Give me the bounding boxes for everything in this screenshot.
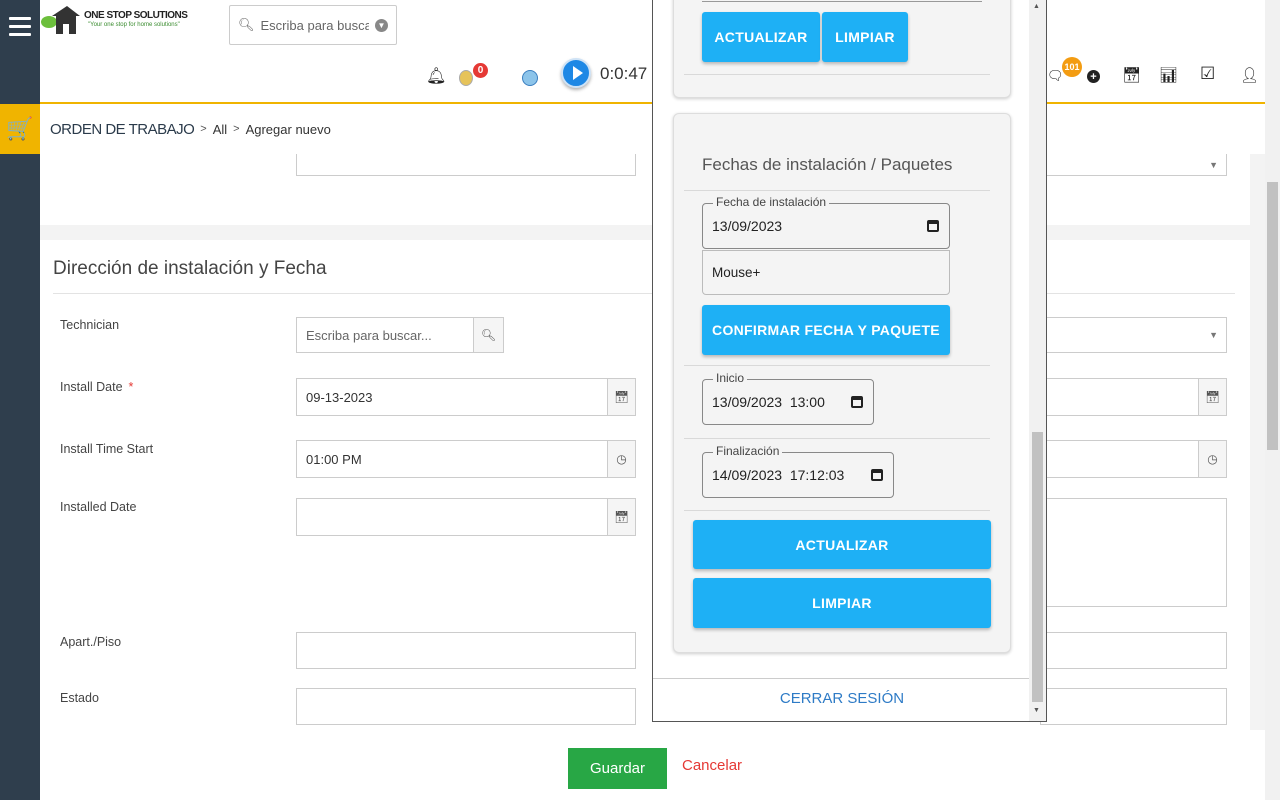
install-date-legend: Fecha de instalación [713, 195, 830, 209]
global-search-box[interactable]: 🔍︎ Escriba para buscar ▼ [229, 5, 397, 45]
install-date-value: 09-13-2023 [306, 389, 373, 405]
save-button[interactable]: Guardar [568, 748, 667, 789]
start-datetime-picker[interactable]: Inicio 13/09/2023 13:00 [702, 371, 874, 425]
card-title: Fechas de instalación / Paquetes [702, 155, 953, 174]
package-field[interactable]: Mouse+ [702, 250, 950, 295]
right-input-3[interactable] [1040, 688, 1227, 725]
previous-input-field[interactable] [296, 154, 636, 176]
logout-link[interactable]: CERRAR SESIÓN [653, 690, 1031, 707]
panel-scrollbar-thumb[interactable] [1032, 432, 1043, 702]
calendar-icon[interactable]: 📅︎ [607, 499, 635, 535]
page-scrollbar-thumb[interactable] [1267, 182, 1278, 450]
divider [702, 1, 982, 2]
confirm-date-package-button[interactable]: CONFIRMAR FECHA Y PAQUETE [702, 305, 950, 355]
brand-tagline: "Your one stop for home solutions" [88, 22, 180, 28]
installed-date-input[interactable]: 📅︎ [296, 498, 636, 536]
install-date-picker-value: 13/09/2023 [712, 218, 783, 234]
thermometer-icon[interactable] [459, 70, 473, 86]
package-value: Mouse+ [712, 265, 761, 280]
technician-placeholder: Escriba para buscar... [306, 327, 432, 343]
panel-content: ACTUALIZAR LIMPIAR Fechas de instalación… [653, 0, 1031, 721]
calendar-icon[interactable]: 📅︎ [1198, 379, 1226, 415]
search-icon[interactable]: 🔍︎ [473, 318, 503, 352]
top-clear-button[interactable]: LIMPIAR [822, 12, 908, 62]
scroll-down-arrow-icon[interactable]: ▼ [1033, 707, 1040, 714]
estado-label: Estado [60, 691, 99, 705]
add-circle-icon[interactable]: + [1087, 70, 1100, 83]
brand-logo[interactable]: ONE STOP SOLUTIONS "Your one stop for ho… [40, 2, 190, 36]
calendar-icon[interactable]: 📅︎ [607, 379, 635, 415]
checkbox-icon[interactable]: ☑ [1200, 64, 1215, 84]
right-textarea[interactable] [1040, 498, 1227, 607]
install-date-input[interactable]: 09-13-2023 📅︎ [296, 378, 636, 416]
search-icon: 🔍︎ [238, 17, 255, 32]
right-time-input[interactable]: ◷ [1040, 440, 1227, 478]
chevron-down-circle-icon[interactable]: ▼ [375, 18, 388, 32]
chevron-right-icon: > [200, 123, 207, 135]
install-time-value: 01:00 PM [306, 451, 362, 467]
end-datetime-picker[interactable]: Finalización 14/09/2023 17:12:03 [702, 444, 894, 498]
divider [653, 678, 1031, 679]
install-date-label: Install Date * [60, 380, 134, 394]
start-value: 13/09/2023 13:00 [712, 394, 825, 410]
breadcrumb-all[interactable]: All [213, 122, 227, 137]
bar-chart-icon[interactable]: 📊︎ [1159, 66, 1178, 84]
section-divider [53, 293, 1235, 294]
timer-readout: 0:0:47 [600, 64, 648, 83]
start-legend: Inicio [713, 371, 748, 385]
update-button[interactable]: ACTUALIZAR [693, 520, 991, 569]
apart-input[interactable] [296, 632, 636, 669]
install-dates-card: Fechas de instalación / Paquetes Fecha d… [673, 113, 1011, 653]
chevron-right-icon: > [233, 123, 240, 135]
clock-icon[interactable]: ◷ [1198, 441, 1226, 477]
section-title: Dirección de instalación y Fecha [53, 258, 327, 279]
play-timer-button[interactable] [561, 58, 591, 88]
divider [684, 74, 990, 75]
right-date-input[interactable]: 📅︎ [1040, 378, 1227, 416]
calendar-icon[interactable]: 📅︎ [1122, 66, 1141, 84]
right-select-field[interactable]: ▼ [1040, 317, 1227, 353]
calendar-icon[interactable] [851, 396, 863, 408]
install-date-picker[interactable]: Fecha de instalación 13/09/2023 [702, 195, 950, 249]
previous-select-field[interactable]: ▼ [1040, 154, 1227, 176]
install-time-input[interactable]: 01:00 PM ◷ [296, 440, 636, 478]
work-order-module-icon[interactable]: 🛒 [0, 104, 40, 154]
divider [684, 510, 990, 511]
brand-name: ONE STOP SOLUTIONS [84, 10, 188, 21]
install-time-label: Install Time Start [60, 442, 154, 456]
install-panel-popup: ACTUALIZAR LIMPIAR Fechas de instalación… [652, 0, 1047, 722]
hamburger-menu-icon[interactable] [0, 0, 40, 52]
scroll-up-arrow-icon[interactable]: ▲ [1033, 3, 1040, 10]
notification-badge: 0 [473, 63, 488, 78]
house-leaf-logo-icon [41, 6, 80, 34]
messages-badge: 101 [1062, 57, 1082, 77]
estado-input[interactable] [296, 688, 636, 725]
divider [684, 365, 990, 366]
clear-button[interactable]: LIMPIAR [693, 578, 991, 628]
end-legend: Finalización [713, 444, 783, 458]
panel-scrollbar[interactable]: ▲ ▼ [1029, 0, 1046, 721]
installed-date-label: Installed Date [60, 500, 137, 514]
divider [684, 438, 990, 439]
breadcrumb-current: Agregar nuevo [245, 121, 331, 137]
bell-icon[interactable]: 🔔︎ [426, 66, 446, 86]
chat-bubble-icon[interactable] [522, 70, 538, 86]
cancel-link[interactable]: Cancelar [682, 757, 742, 774]
messages-icon[interactable]: 🗨︎ [1047, 68, 1064, 84]
clock-icon[interactable]: ◷ [607, 441, 635, 477]
search-placeholder[interactable]: Escriba para buscar [261, 18, 369, 33]
end-value: 14/09/2023 17:12:03 [712, 467, 845, 483]
apart-label: Apart./Piso [60, 635, 122, 649]
technician-label: Technician [60, 318, 120, 332]
right-input-2[interactable] [1040, 632, 1227, 669]
user-icon[interactable]: 👤︎ [1240, 66, 1259, 84]
calendar-icon[interactable] [871, 469, 883, 481]
top-actions-card: ACTUALIZAR LIMPIAR [673, 0, 1011, 98]
technician-search-input[interactable]: Escriba para buscar... 🔍︎ [296, 317, 504, 353]
divider [684, 190, 990, 191]
calendar-icon[interactable] [927, 220, 939, 232]
top-update-button[interactable]: ACTUALIZAR [702, 12, 820, 62]
breadcrumb-module[interactable]: ORDEN DE TRABAJO [50, 121, 195, 138]
